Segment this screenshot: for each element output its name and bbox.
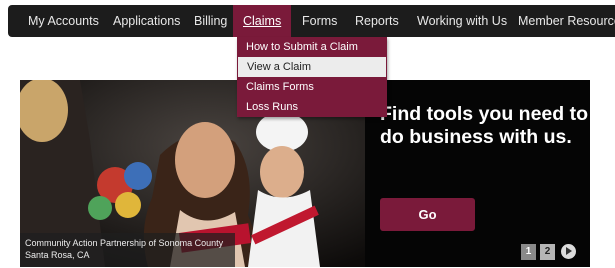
nav-billing[interactable]: Billing xyxy=(194,5,227,37)
menu-item-view-claim[interactable]: View a Claim xyxy=(238,57,386,77)
nav-member-resources[interactable]: Member Resources xyxy=(518,5,615,37)
slide-page-1[interactable]: 1 xyxy=(521,244,536,260)
claims-dropdown-menu: How to Submit a Claim View a Claim Claim… xyxy=(237,37,387,117)
nav-claims[interactable]: Claims xyxy=(233,5,292,37)
nav-forms[interactable]: Forms xyxy=(302,5,337,37)
menu-item-loss-runs[interactable]: Loss Runs xyxy=(237,97,387,117)
nav-my-accounts[interactable]: My Accounts xyxy=(28,5,99,37)
nav-applications[interactable]: Applications xyxy=(113,5,180,37)
photo-caption: Community Action Partnership of Sonoma C… xyxy=(20,233,235,267)
menu-item-how-to-submit-claim[interactable]: How to Submit a Claim xyxy=(237,37,387,57)
nav-reports[interactable]: Reports xyxy=(355,5,399,37)
nav-working-with-us[interactable]: Working with Us xyxy=(417,5,507,37)
slide-page-2[interactable]: 2 xyxy=(540,244,555,260)
hero-heading: Find tools you need to do business with … xyxy=(380,103,588,148)
play-circle-icon[interactable] xyxy=(561,244,576,259)
go-button[interactable]: Go xyxy=(380,198,475,231)
menu-item-claims-forms[interactable]: Claims Forms xyxy=(237,77,387,97)
main-nav: My Accounts Applications Billing Claims … xyxy=(8,5,615,37)
caption-organization: Community Action Partnership of Sonoma C… xyxy=(25,238,224,248)
caption-location: Santa Rosa, CA xyxy=(25,250,90,260)
